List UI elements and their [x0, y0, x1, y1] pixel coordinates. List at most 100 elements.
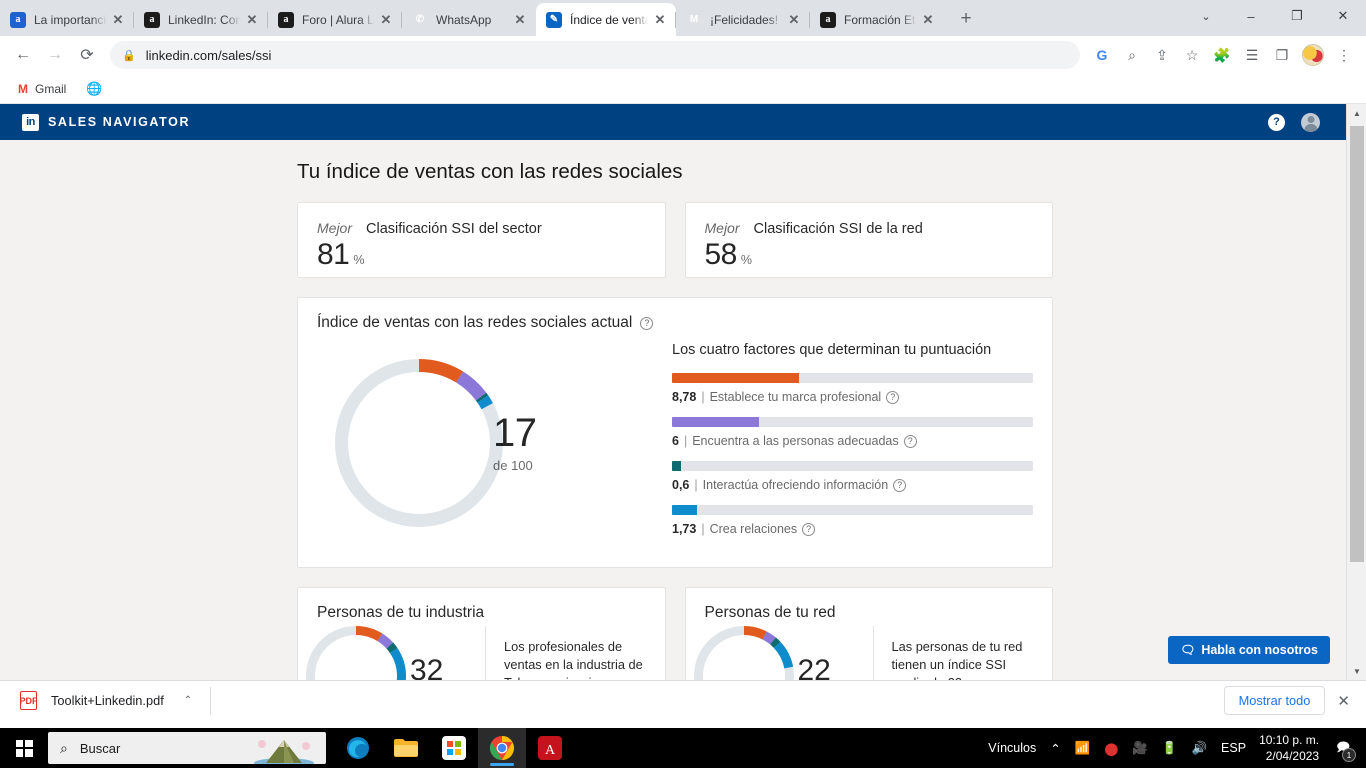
tab-list: a La importancia de ✕ a LinkedIn: Como h…: [0, 0, 980, 36]
question-icon[interactable]: ?: [640, 316, 654, 330]
browser-tab-1[interactable]: a La importancia de ✕: [0, 3, 134, 36]
bookmark-star-icon[interactable]: ☆: [1178, 41, 1206, 69]
reading-list-icon[interactable]: ☰: [1238, 41, 1266, 69]
download-item[interactable]: PDF Toolkit+Linkedin.pdf ⌃: [12, 686, 212, 715]
zoom-out-icon[interactable]: ⌕: [1118, 41, 1146, 69]
bookmark-globe[interactable]: 🌐: [78, 78, 110, 100]
window-minimize-button[interactable]: –: [1228, 0, 1274, 32]
header-actions: ?: [1268, 112, 1320, 132]
volume-icon[interactable]: 🔊: [1184, 728, 1214, 768]
window-close-button[interactable]: ✕: [1320, 0, 1366, 32]
browser-tab-2[interactable]: a LinkedIn: Como h ✕: [133, 3, 268, 36]
tab-search-chevron-icon[interactable]: ⌄: [1184, 0, 1228, 32]
chrome-icon[interactable]: [478, 728, 526, 768]
browser-tab-4[interactable]: ✆ WhatsApp ✕: [401, 3, 536, 36]
factors-panel: Los cuatro factores que determinan tu pu…: [672, 336, 1033, 549]
browser-tab-5-active[interactable]: ✎ Índice de ventas c ✕: [536, 3, 676, 36]
antivirus-icon[interactable]: ⬤: [1097, 728, 1125, 768]
windows-start-icon[interactable]: [0, 728, 48, 768]
question-icon[interactable]: ?: [886, 390, 900, 404]
browser-tab-7[interactable]: a Formación Etapa ✕: [809, 3, 944, 36]
extensions-icon[interactable]: 🧩: [1208, 41, 1236, 69]
tray-links-label[interactable]: Vínculos: [981, 728, 1043, 768]
clock-time: 10:10 p. m.: [1259, 732, 1320, 747]
ssi-donut-chart: 17 de 100: [317, 336, 672, 549]
network-card: Personas de tu red 22 de 100: [684, 587, 1053, 680]
notifications-icon[interactable]: 🗩 1: [1329, 728, 1360, 768]
scrollbar-thumb[interactable]: [1350, 126, 1364, 562]
wifi-icon[interactable]: 📶: [1068, 728, 1098, 768]
account-avatar-icon[interactable]: [1301, 112, 1320, 132]
clock[interactable]: 10:10 p. m. 2/04/2023: [1253, 732, 1329, 764]
new-tab-button[interactable]: +: [952, 5, 980, 33]
chevron-up-icon[interactable]: ⌃: [184, 695, 192, 706]
edge-icon[interactable]: [334, 728, 382, 768]
tab-close-icon[interactable]: ✕: [378, 12, 394, 28]
chat-with-us-button[interactable]: 🗨 Habla con nosotros: [1168, 636, 1330, 664]
current-ssi-card: Índice de ventas con las redes sociales …: [297, 297, 1053, 568]
alura-dark-icon: a: [144, 11, 160, 28]
tab-title: Índice de ventas c: [570, 12, 650, 27]
forward-icon[interactable]: →: [40, 40, 70, 70]
show-all-downloads-button[interactable]: Mostrar todo: [1223, 686, 1326, 715]
tab-close-icon[interactable]: ✕: [786, 12, 802, 28]
window-controls: ⌄ – ❐ ✕: [1184, 0, 1366, 32]
close-download-bar-icon[interactable]: ✕: [1337, 692, 1354, 710]
linkedin-logo-icon[interactable]: in: [22, 113, 39, 131]
factor-bar-track: [672, 461, 1033, 471]
factor-label: 1,73 | Crea relaciones ?: [672, 522, 1033, 536]
clock-date: 2/04/2023: [1265, 749, 1320, 763]
page-scroll-area: Tu índice de ventas con las redes social…: [0, 140, 1346, 680]
tab-close-icon[interactable]: ✕: [512, 12, 528, 28]
taskbar-search-input[interactable]: ⌕ Buscar: [48, 732, 326, 764]
browser-tab-3[interactable]: a Foro | Alura Latan ✕: [267, 3, 402, 36]
camera-icon[interactable]: 🎥: [1125, 728, 1155, 768]
tab-title: WhatsApp: [436, 12, 492, 27]
rank-cards-row: Mejor Clasificación SSI del sector 81 % …: [297, 202, 1053, 278]
windows-taskbar: ⌕ Buscar A Vínculos ⌃ 📶 ⬤ 🎥 🔋 🔊 ESP 10:1…: [0, 728, 1366, 768]
scroll-down-arrow-icon[interactable]: ▼: [1347, 662, 1366, 680]
question-icon[interactable]: ?: [1268, 113, 1285, 131]
bookmark-label: Gmail: [35, 81, 67, 96]
browser-toolbar: ← → ⟳ 🔒 linkedin.com/sales/ssi G ⌕ ⇪ ☆ 🧩…: [0, 36, 1366, 74]
page-scrollbar[interactable]: ▲ ▼: [1346, 104, 1366, 680]
tray-chevron-up-icon[interactable]: ⌃: [1043, 728, 1067, 768]
profile-avatar-icon[interactable]: [1302, 44, 1324, 66]
question-icon[interactable]: ?: [893, 478, 907, 492]
reload-icon[interactable]: ⟳: [72, 40, 102, 70]
tab-close-icon[interactable]: ✕: [110, 12, 126, 28]
question-icon[interactable]: ?: [903, 434, 917, 448]
network-donut-chart: 22 de 100: [686, 626, 874, 680]
rank-unit: %: [353, 253, 365, 267]
share-icon[interactable]: ⇪: [1148, 41, 1176, 69]
scroll-up-arrow-icon[interactable]: ▲: [1347, 104, 1366, 122]
window-maximize-button[interactable]: ❐: [1274, 0, 1320, 32]
battery-icon[interactable]: 🔋: [1155, 728, 1185, 768]
back-icon[interactable]: ←: [8, 40, 38, 70]
tab-title: LinkedIn: Como h: [168, 12, 242, 27]
microsoft-store-icon[interactable]: [430, 728, 478, 768]
browser-tab-6[interactable]: M ¡Felicidades! Ya e ✕: [675, 3, 810, 36]
factor-bar-track: [672, 417, 1033, 427]
factor-row-1: 6 | Encuentra a las personas adecuadas ?: [672, 417, 1033, 448]
industry-score: 32 de 100: [410, 656, 444, 681]
file-explorer-icon[interactable]: [382, 728, 430, 768]
bookmark-gmail[interactable]: M Gmail: [10, 79, 74, 99]
sidepanel-icon[interactable]: ❐: [1268, 41, 1296, 69]
tab-title: ¡Felicidades! Ya e: [710, 12, 784, 27]
chrome-menu-icon[interactable]: ⋮: [1330, 41, 1358, 69]
tab-close-icon[interactable]: ✕: [920, 12, 936, 28]
tab-close-icon[interactable]: ✕: [652, 12, 668, 28]
google-icon[interactable]: G: [1088, 41, 1116, 69]
language-indicator[interactable]: ESP: [1214, 728, 1253, 768]
sales-navigator-header: in SALES NAVIGATOR ?: [0, 104, 1366, 140]
page-viewport: in SALES NAVIGATOR ? Tu índice de ventas…: [0, 104, 1366, 680]
factor-row-0: 8,78 | Establece tu marca profesional ?: [672, 373, 1033, 404]
page-title: Tu índice de ventas con las redes social…: [297, 160, 683, 183]
factor-row-2: 0,6 | Interactúa ofreciendo información …: [672, 461, 1033, 492]
question-icon[interactable]: ?: [802, 522, 816, 536]
acrobat-reader-icon[interactable]: A: [526, 728, 574, 768]
factor-bar-track: [672, 373, 1033, 383]
tab-close-icon[interactable]: ✕: [244, 12, 260, 28]
address-bar[interactable]: 🔒 linkedin.com/sales/ssi: [110, 41, 1080, 69]
